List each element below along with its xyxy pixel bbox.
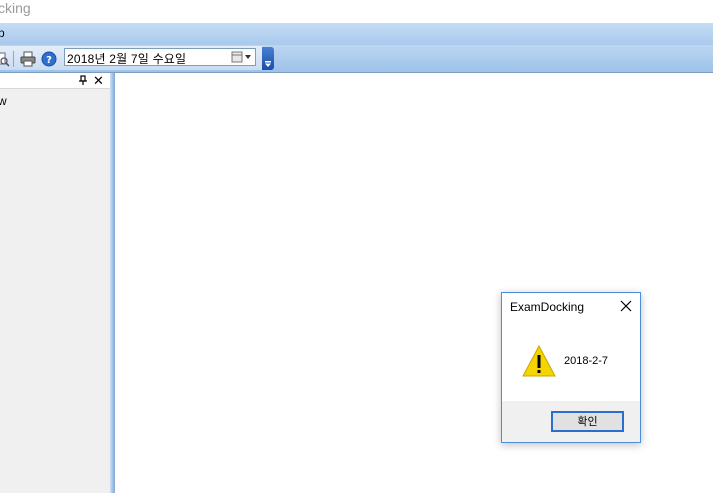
toolbar-overflow-button[interactable]	[262, 47, 274, 70]
close-icon[interactable]: ✕	[93, 74, 104, 87]
help-icon[interactable]: ?	[41, 51, 57, 67]
menu-bar: p	[0, 23, 713, 45]
calendar-dropdown-icon[interactable]	[231, 50, 253, 64]
message-box-title: ExamDocking	[510, 300, 585, 314]
window-titlebar: cking	[0, 0, 713, 23]
close-icon[interactable]	[619, 299, 633, 313]
message-box-footer: 확인	[502, 401, 640, 442]
chevron-down-icon	[265, 61, 271, 67]
window-title: cking	[0, 0, 31, 16]
dock-panel-header: ✕	[0, 73, 110, 89]
date-picker-value: 2018년 2월 7일 수요일	[67, 52, 187, 66]
toolbar-separator	[13, 51, 14, 67]
date-picker[interactable]: 2018년 2월 7일 수요일	[64, 48, 256, 66]
toolbar-band: ? 2018년 2월 7일 수요일	[0, 45, 713, 73]
warning-icon	[522, 345, 556, 377]
dock-panel: ✕ w	[0, 73, 110, 493]
toolstrip: ? 2018년 2월 7일 수요일	[0, 46, 264, 70]
menu-item-help[interactable]: p	[0, 26, 5, 40]
dock-list-item[interactable]: w	[0, 94, 7, 108]
print-icon[interactable]	[20, 51, 36, 67]
preview-icon[interactable]	[0, 51, 10, 67]
ok-button[interactable]: 확인	[551, 411, 624, 432]
message-text: 2018-2-7	[564, 355, 609, 367]
pin-icon[interactable]	[78, 75, 88, 86]
message-box: ExamDocking 2018-2-7 확인	[501, 292, 641, 443]
svg-text:?: ?	[46, 55, 52, 66]
